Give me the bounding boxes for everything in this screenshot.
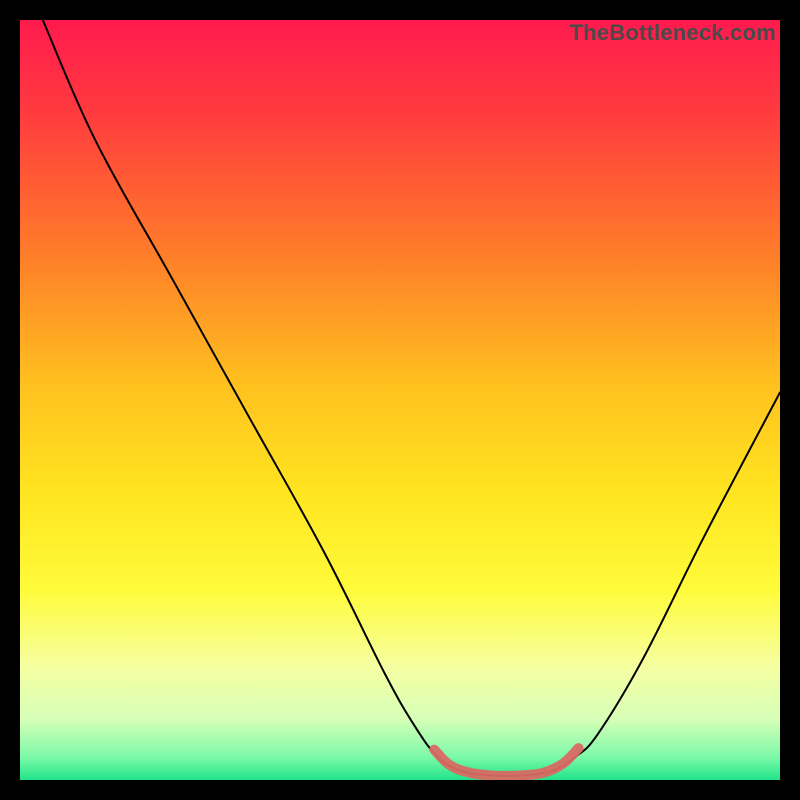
bottleneck-chart bbox=[20, 20, 780, 780]
watermark-text: TheBottleneck.com bbox=[570, 20, 776, 46]
chart-frame: TheBottleneck.com bbox=[20, 20, 780, 780]
gradient-background bbox=[20, 20, 780, 780]
